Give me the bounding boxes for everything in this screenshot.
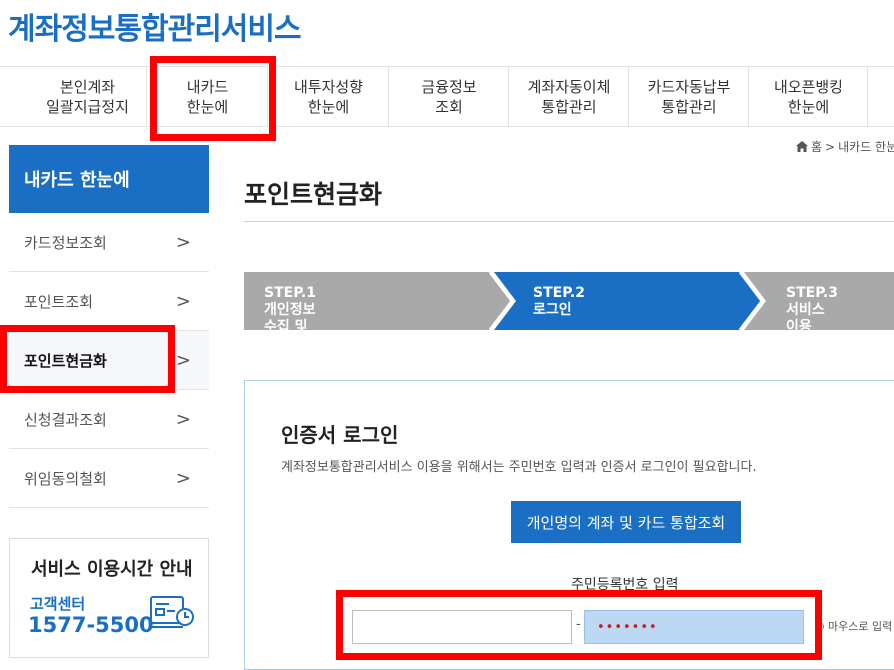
chevron-right-icon: > [175,231,191,253]
sidebar-item-label: 포인트현금화 [24,351,107,370]
sidebar-item-card-info[interactable]: 카드정보조회 > [9,213,209,272]
rrn-back-input[interactable]: ••••••• [584,610,804,644]
chevron-right-icon: > [175,408,191,430]
breadcrumb-current[interactable]: 내카드 한눈 [838,138,894,155]
chevron-right-icon: > [175,349,191,371]
sidebar-title: 내카드 한눈에 [9,145,209,213]
breadcrumb-home[interactable]: 홈 [811,138,822,155]
mouse-input-option[interactable]: 마우스로 입력 [815,618,892,634]
login-description: 계좌정보통합관리서비스 이용을 위해서는 주민번호 입력과 인증서 로그인이 필… [281,460,757,475]
breadcrumb-separator: > [825,139,836,154]
integrated-lookup-button[interactable]: 개인명의 계좌 및 카드 통합조회 [511,501,741,543]
step-1-label: STEP.1 개인정보 수집 및 이용동의 [264,285,316,352]
service-hours-title: 서비스 이용시간 안내 [31,559,193,580]
sidebar-item-points[interactable]: 포인트조회 > [9,272,209,331]
chevron-right-icon: > [175,290,191,312]
step-3-label: STEP.3 서비스 이용 [786,285,838,335]
sidebar-item-consent-withdraw[interactable]: 위임동의철회 > [9,449,209,508]
sidebar-item-point-cashout[interactable]: 포인트현금화 > [9,331,209,390]
card-clock-icon [149,595,195,635]
step-2-label: STEP.2 로그인 [533,285,585,318]
login-title: 인증서 로그인 [281,423,399,447]
rrn-dash: - [576,617,581,632]
nav-item-my-card[interactable]: 내카드 한눈에 [148,67,268,127]
customer-center-label: 고객센터 [30,595,86,613]
nav-item-card-autopay[interactable]: 카드자동납부 통합관리 [630,67,749,127]
title-divider [244,221,894,222]
sidebar-item-label: 위임동의철회 [24,469,107,488]
rrn-label: 주민등록번호 입력 [571,577,679,593]
nav-item-account-freeze[interactable]: 본인계좌 일괄지급정지 [29,67,147,127]
customer-center-phone: 1577-5500 [28,613,154,637]
nav-item-openbanking[interactable]: 내오픈뱅킹 한눈에 [750,67,868,127]
breadcrumb: 홈 > 내카드 한눈 [796,138,894,155]
home-icon[interactable] [796,141,808,152]
site-title[interactable]: 계좌정보통합관리서비스 [8,4,302,48]
service-hours-box: 서비스 이용시간 안내 고객센터 1577-5500 [9,538,209,658]
sidebar-item-label: 카드정보조회 [24,233,107,252]
sidebar-item-request-results[interactable]: 신청결과조회 > [9,390,209,449]
page-title: 포인트현금화 [244,180,383,209]
nav-item-investment[interactable]: 내투자성향 한눈에 [269,67,389,127]
rrn-front-input[interactable] [352,610,572,644]
mouse-input-label: 마우스로 입력 [828,620,893,633]
radio-icon[interactable] [815,621,824,631]
chevron-right-icon: > [175,467,191,489]
nav-item-auto-transfer[interactable]: 계좌자동이체 통합관리 [510,67,629,127]
sidebar-item-label: 신청결과조회 [24,410,107,429]
sidebar-item-label: 포인트조회 [24,292,94,311]
top-nav: 본인계좌 일괄지급정지 내카드 한눈에 내투자성향 한눈에 금융정보 조회 계좌… [0,66,894,127]
nav-item-financial-info[interactable]: 금융정보 조회 [390,67,509,127]
